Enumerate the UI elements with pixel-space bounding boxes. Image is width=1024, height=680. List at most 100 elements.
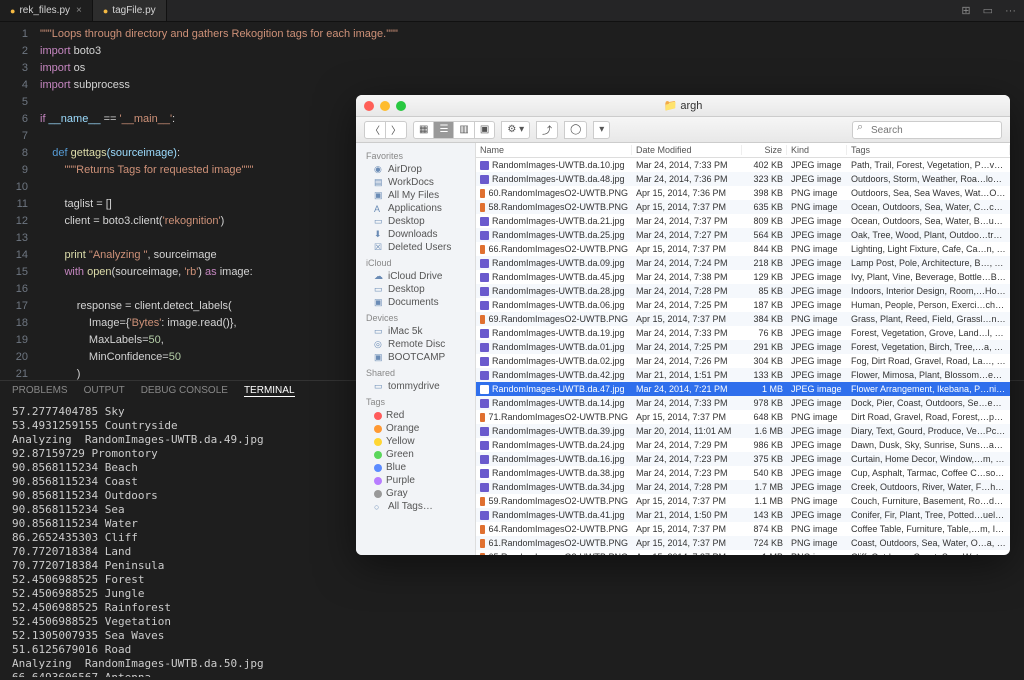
table-row[interactable]: RandomImages-UWTB.da.06.jpg Mar 24, 2014… (476, 298, 1010, 312)
col-kind[interactable]: Kind (787, 145, 847, 155)
search-input[interactable] (852, 121, 1002, 139)
sidebar-item[interactable]: ○All Tags… (356, 500, 475, 513)
close-icon[interactable]: × (76, 5, 82, 16)
table-row[interactable]: RandomImages-UWTB.da.38.jpg Mar 24, 2014… (476, 466, 1010, 480)
table-row[interactable]: 58.RandomImagesO2-UWTB.PNG Apr 15, 2014,… (476, 200, 1010, 214)
sidebar-item[interactable]: ◎Remote Disc (356, 338, 475, 351)
table-row[interactable]: RandomImages-UWTB.da.02.jpg Mar 24, 2014… (476, 354, 1010, 368)
sidebar-item-label: Deleted Users (388, 242, 451, 253)
table-row[interactable]: RandomImages-UWTB.da.24.jpg Mar 24, 2014… (476, 438, 1010, 452)
table-row[interactable]: RandomImages-UWTB.da.47.jpg Mar 24, 2014… (476, 382, 1010, 396)
column-headers[interactable]: Name Date Modified Size Kind Tags (476, 143, 1010, 158)
sidebar-item[interactable]: ▭Desktop (356, 215, 475, 228)
dropdown-button[interactable]: ▾ (593, 121, 610, 139)
col-tags[interactable]: Tags (847, 145, 1010, 155)
finder-titlebar[interactable]: 📁argh (356, 95, 1010, 117)
file-tags: Coffee Table, Furniture, Table,…m, Indoo… (847, 524, 1010, 534)
table-row[interactable]: RandomImages-UWTB.da.28.jpg Mar 24, 2014… (476, 284, 1010, 298)
sidebar-item[interactable]: ⬇Downloads (356, 228, 475, 241)
sidebar-item-label: Blue (386, 462, 406, 473)
file-tags: Path, Trail, Forest, Vegetation, P…vemen… (847, 160, 1010, 170)
table-row[interactable]: RandomImages-UWTB.da.41.jpg Mar 21, 2014… (476, 508, 1010, 522)
table-row[interactable]: RandomImages-UWTB.da.01.jpg Mar 24, 2014… (476, 340, 1010, 354)
sidebar-item[interactable]: Yellow (356, 435, 475, 448)
view-gallery-button[interactable]: ▣ (475, 121, 495, 139)
arrange-button[interactable]: ⚙ ▾ (501, 121, 530, 139)
table-row[interactable]: RandomImages-UWTB.da.39.jpg Mar 20, 2014… (476, 424, 1010, 438)
table-row[interactable]: RandomImages-UWTB.da.19.jpg Mar 24, 2014… (476, 326, 1010, 340)
sidebar-item[interactable]: Purple (356, 474, 475, 487)
sidebar-item[interactable]: Orange (356, 422, 475, 435)
view-column-button[interactable]: ▥ (454, 121, 474, 139)
forward-button[interactable]: 〉 (386, 121, 407, 139)
table-row[interactable]: RandomImages-UWTB.da.14.jpg Mar 24, 2014… (476, 396, 1010, 410)
view-icon-button[interactable]: ▦ (413, 121, 434, 139)
tags-button[interactable]: ◯ (564, 121, 587, 139)
sidebar-item[interactable]: Blue (356, 461, 475, 474)
file-icon (480, 259, 489, 268)
tab-debug[interactable]: DEBUG CONSOLE (141, 385, 228, 397)
finder-sidebar: Favorites◉AirDrop▤WorkDocs▣All My FilesA… (356, 143, 476, 555)
col-size[interactable]: Size (742, 145, 787, 155)
file-rows[interactable]: RandomImages-UWTB.da.10.jpg Mar 24, 2014… (476, 158, 1010, 555)
table-row[interactable]: 71.RandomImagesO2-UWTB.PNG Apr 15, 2014,… (476, 410, 1010, 424)
file-size: 304 KB (742, 356, 787, 366)
view-list-button[interactable]: ☰ (434, 121, 454, 139)
table-row[interactable]: 69.RandomImagesO2-UWTB.PNG Apr 15, 2014,… (476, 312, 1010, 326)
sidebar-item[interactable]: ▣All My Files (356, 189, 475, 202)
file-icon (480, 357, 489, 366)
file-name: RandomImages-UWTB.da.14.jpg (492, 398, 625, 408)
col-date[interactable]: Date Modified (632, 145, 742, 155)
table-row[interactable]: RandomImages-UWTB.da.45.jpg Mar 24, 2014… (476, 270, 1010, 284)
sidebar-item[interactable]: ▭tommydrive (356, 380, 475, 393)
table-row[interactable]: RandomImages-UWTB.da.34.jpg Mar 24, 2014… (476, 480, 1010, 494)
layout-icon[interactable]: ▭ (983, 4, 993, 17)
table-row[interactable]: RandomImages-UWTB.da.16.jpg Mar 24, 2014… (476, 452, 1010, 466)
table-row[interactable]: 60.RandomImagesO2-UWTB.PNG Apr 15, 2014,… (476, 186, 1010, 200)
tab-problems[interactable]: PROBLEMS (12, 385, 68, 397)
table-row[interactable]: 64.RandomImagesO2-UWTB.PNG Apr 15, 2014,… (476, 522, 1010, 536)
tab-output[interactable]: OUTPUT (84, 385, 125, 397)
file-area: Name Date Modified Size Kind Tags Random… (476, 143, 1010, 555)
file-size: 218 KB (742, 258, 787, 268)
sidebar-item[interactable]: AApplications (356, 202, 475, 215)
table-row[interactable]: 65.RandomImagesO2-UWTB.PNG Apr 15, 2014,… (476, 550, 1010, 555)
action-button[interactable]: ⤴ (536, 121, 558, 139)
table-row[interactable]: RandomImages-UWTB.da.25.jpg Mar 24, 2014… (476, 228, 1010, 242)
sidebar-item[interactable]: ▭iMac 5k (356, 325, 475, 338)
sidebar-item[interactable]: ☁iCloud Drive (356, 270, 475, 283)
sidebar-item[interactable]: ☒Deleted Users (356, 241, 475, 254)
sidebar-item[interactable]: Red (356, 409, 475, 422)
file-size: 978 KB (742, 398, 787, 408)
sidebar-item[interactable]: ▤WorkDocs (356, 176, 475, 189)
sidebar-item[interactable]: ▭Desktop (356, 283, 475, 296)
file-size: 129 KB (742, 272, 787, 282)
sidebar-icon: ▭ (374, 326, 384, 337)
table-row[interactable]: 59.RandomImagesO2-UWTB.PNG Apr 15, 2014,… (476, 494, 1010, 508)
table-row[interactable]: 66.RandomImagesO2-UWTB.PNG Apr 15, 2014,… (476, 242, 1010, 256)
search-field[interactable] (852, 120, 1002, 140)
table-row[interactable]: RandomImages-UWTB.da.10.jpg Mar 24, 2014… (476, 158, 1010, 172)
file-kind: JPEG image (787, 216, 847, 226)
tab-rek-files[interactable]: ●rek_files.py× (0, 0, 93, 21)
col-name[interactable]: Name (476, 145, 632, 155)
sidebar-item[interactable]: ◉AirDrop (356, 163, 475, 176)
sidebar-item[interactable]: ▣BOOTCAMP (356, 351, 475, 364)
sidebar-item[interactable]: Gray (356, 487, 475, 500)
sidebar-item[interactable]: ▣Documents (356, 296, 475, 309)
sidebar-item-label: Downloads (388, 229, 437, 240)
table-row[interactable]: 61.RandomImagesO2-UWTB.PNG Apr 15, 2014,… (476, 536, 1010, 550)
table-row[interactable]: RandomImages-UWTB.da.21.jpg Mar 24, 2014… (476, 214, 1010, 228)
table-row[interactable]: RandomImages-UWTB.da.42.jpg Mar 21, 2014… (476, 368, 1010, 382)
more-icon[interactable]: ··· (1005, 5, 1016, 17)
file-name: RandomImages-UWTB.da.39.jpg (492, 426, 625, 436)
file-size: 133 KB (742, 370, 787, 380)
tab-terminal[interactable]: TERMINAL (244, 385, 295, 397)
tab-tagfile[interactable]: ●tagFile.py (93, 0, 167, 21)
split-icon[interactable]: ⊞ (961, 4, 970, 17)
file-size: 1.6 MB (742, 426, 787, 436)
table-row[interactable]: RandomImages-UWTB.da.48.jpg Mar 24, 2014… (476, 172, 1010, 186)
back-button[interactable]: 〈 (364, 121, 386, 139)
sidebar-item[interactable]: Green (356, 448, 475, 461)
table-row[interactable]: RandomImages-UWTB.da.09.jpg Mar 24, 2014… (476, 256, 1010, 270)
